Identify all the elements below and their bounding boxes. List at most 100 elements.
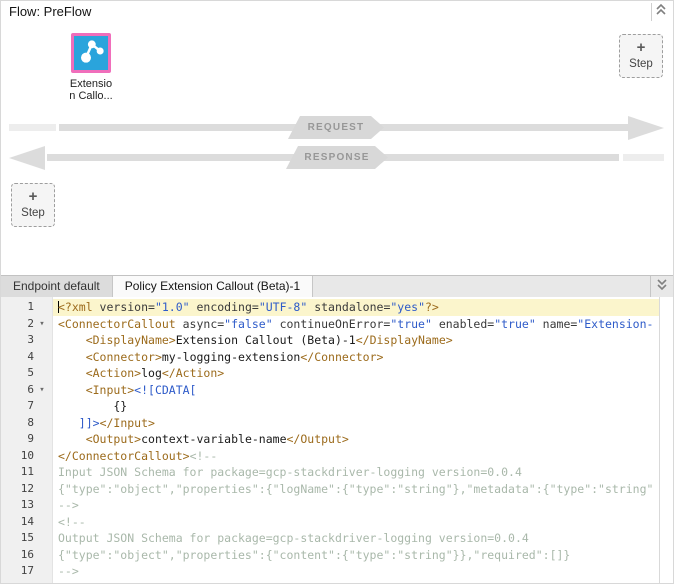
code-line-18[interactable]: [53, 580, 660, 584]
code-line-5[interactable]: <Action>log</Action>: [53, 365, 660, 382]
code-line-16[interactable]: {"type":"object","properties":{"content"…: [53, 547, 660, 564]
policy-label: Extensio n Callo...: [67, 78, 115, 102]
code-line-17[interactable]: -->: [53, 563, 660, 580]
token-text: my-logging-extension: [162, 350, 300, 364]
token-tag: <Action>: [86, 366, 141, 380]
token-str: "Extension-: [577, 317, 653, 331]
token-tag: </ConnectorCallout>: [58, 449, 190, 463]
token-text: {}: [58, 399, 127, 413]
code-line-14[interactable]: <!--: [53, 514, 660, 531]
fold-spacer: [34, 431, 50, 448]
gutter-line-5: 5: [1, 365, 52, 382]
response-line-end: [623, 154, 664, 161]
fold-spacer: [34, 547, 50, 564]
fold-spacer: [34, 497, 50, 514]
add-step-button-request[interactable]: + Step: [619, 34, 663, 78]
token-tag: <ConnectorCallout: [58, 317, 176, 331]
fold-spacer: [34, 448, 50, 465]
fold-spacer: [34, 481, 50, 498]
gutter-line-6: 6▾: [1, 382, 52, 399]
token-text: [58, 416, 79, 430]
gutter-line-14: 14: [1, 514, 52, 531]
editor-scrollbar[interactable]: [659, 297, 673, 583]
token-comment: Input JSON Schema for package=gcp-stackd…: [58, 465, 522, 479]
fold-spacer: [34, 365, 50, 382]
code-line-12[interactable]: {"type":"object","properties":{"logName"…: [53, 481, 660, 498]
response-flow-label: RESPONSE: [286, 146, 388, 169]
gutter-line-11: 11: [1, 464, 52, 481]
token-tag: <Connector>: [86, 350, 162, 364]
tab-endpoint-default[interactable]: Endpoint default: [1, 276, 113, 297]
policy-icon: [71, 33, 111, 73]
code-line-15[interactable]: Output JSON Schema for package=gcp-stack…: [53, 530, 660, 547]
policy-extension-callout[interactable]: Extensio n Callo...: [67, 33, 115, 102]
gutter-line-12: 12: [1, 481, 52, 498]
token-text: [58, 333, 86, 347]
code-line-10[interactable]: </ConnectorCallout><!--: [53, 448, 660, 465]
line-number: 11: [1, 464, 34, 481]
code-line-4[interactable]: <Connector>my-logging-extension</Connect…: [53, 349, 660, 366]
token-tag: </Input>: [100, 416, 155, 430]
gutter-line-17: 17: [1, 563, 52, 580]
line-number: 7: [1, 398, 34, 415]
code-line-7[interactable]: {}: [53, 398, 660, 415]
add-step-button-response[interactable]: + Step: [11, 183, 55, 227]
line-number: 13: [1, 497, 34, 514]
line-number: 10: [1, 448, 34, 465]
fold-spacer: [34, 530, 50, 547]
chevron-double-down-icon: [656, 278, 668, 296]
gutter-line-16: 16: [1, 547, 52, 564]
token-comment: -->: [58, 564, 79, 578]
line-number: 16: [1, 547, 34, 564]
line-number: 6: [1, 382, 34, 399]
gutter-line-7: 7: [1, 398, 52, 415]
code-line-6[interactable]: <Input><![CDATA[: [53, 382, 660, 399]
token-tag: </DisplayName>: [356, 333, 453, 347]
gutter-line-2: 2▾: [1, 316, 52, 333]
code-area[interactable]: <?xml version="1.0" encoding="UTF-8" sta…: [53, 297, 660, 583]
token-attr: continueOnError=: [273, 317, 391, 331]
token-attr: async=: [176, 317, 224, 331]
fold-toggle-icon[interactable]: ▾: [34, 382, 50, 399]
code-line-1[interactable]: <?xml version="1.0" encoding="UTF-8" sta…: [53, 299, 660, 316]
token-comment: -->: [58, 498, 79, 512]
gutter-line-13: 13: [1, 497, 52, 514]
code-line-9[interactable]: <Output>context-variable-name</Output>: [53, 431, 660, 448]
response-arrowhead-icon: [9, 146, 45, 170]
token-cdata: ]]>: [79, 416, 100, 430]
token-tag: <Input>: [86, 383, 134, 397]
editor-tab-bar: Endpoint defaultPolicy Extension Callout…: [1, 275, 673, 297]
token-cdata: <![CDATA[: [134, 383, 196, 397]
line-number: 15: [1, 530, 34, 547]
fold-spacer: [34, 563, 50, 580]
code-line-2[interactable]: <ConnectorCallout async="false" continue…: [53, 316, 660, 333]
flow-header: Flow: PreFlow: [1, 1, 673, 24]
line-number: 12: [1, 481, 34, 498]
chevron-double-up-icon: [655, 3, 667, 21]
code-line-13[interactable]: -->: [53, 497, 660, 514]
flow-editor-window: Flow: PreFlow Extensio n: [0, 0, 674, 584]
line-number: 1: [1, 299, 34, 316]
tab-policy-extension-callout-beta-1[interactable]: Policy Extension Callout (Beta)-1: [113, 276, 313, 297]
code-line-11[interactable]: Input JSON Schema for package=gcp-stackd…: [53, 464, 660, 481]
line-number: 9: [1, 431, 34, 448]
xml-code-editor[interactable]: 12▾3456▾789101112131415161718 <?xml vers…: [1, 297, 673, 583]
plus-icon: +: [12, 187, 54, 206]
fold-spacer: [34, 464, 50, 481]
code-line-8[interactable]: ]]></Input>: [53, 415, 660, 432]
gutter-line-9: 9: [1, 431, 52, 448]
collapse-panel-button[interactable]: [651, 3, 670, 21]
token-attr: enabled=: [432, 317, 494, 331]
token-str: "1.0": [155, 300, 190, 314]
token-text: [58, 366, 86, 380]
fold-toggle-icon[interactable]: ▾: [34, 316, 50, 333]
token-text: log: [141, 366, 162, 380]
token-tag: ?>: [425, 300, 439, 314]
line-number: 8: [1, 415, 34, 432]
flow-canvas: Extensio n Callo... + Step REQUEST RESPO…: [1, 23, 673, 275]
code-line-3[interactable]: <DisplayName>Extension Callout (Beta)-1<…: [53, 332, 660, 349]
token-attr: standalone=: [307, 300, 390, 314]
token-tag: <DisplayName>: [86, 333, 176, 347]
collapse-editor-button[interactable]: [650, 276, 673, 297]
gutter-line-1: 1: [1, 299, 52, 316]
